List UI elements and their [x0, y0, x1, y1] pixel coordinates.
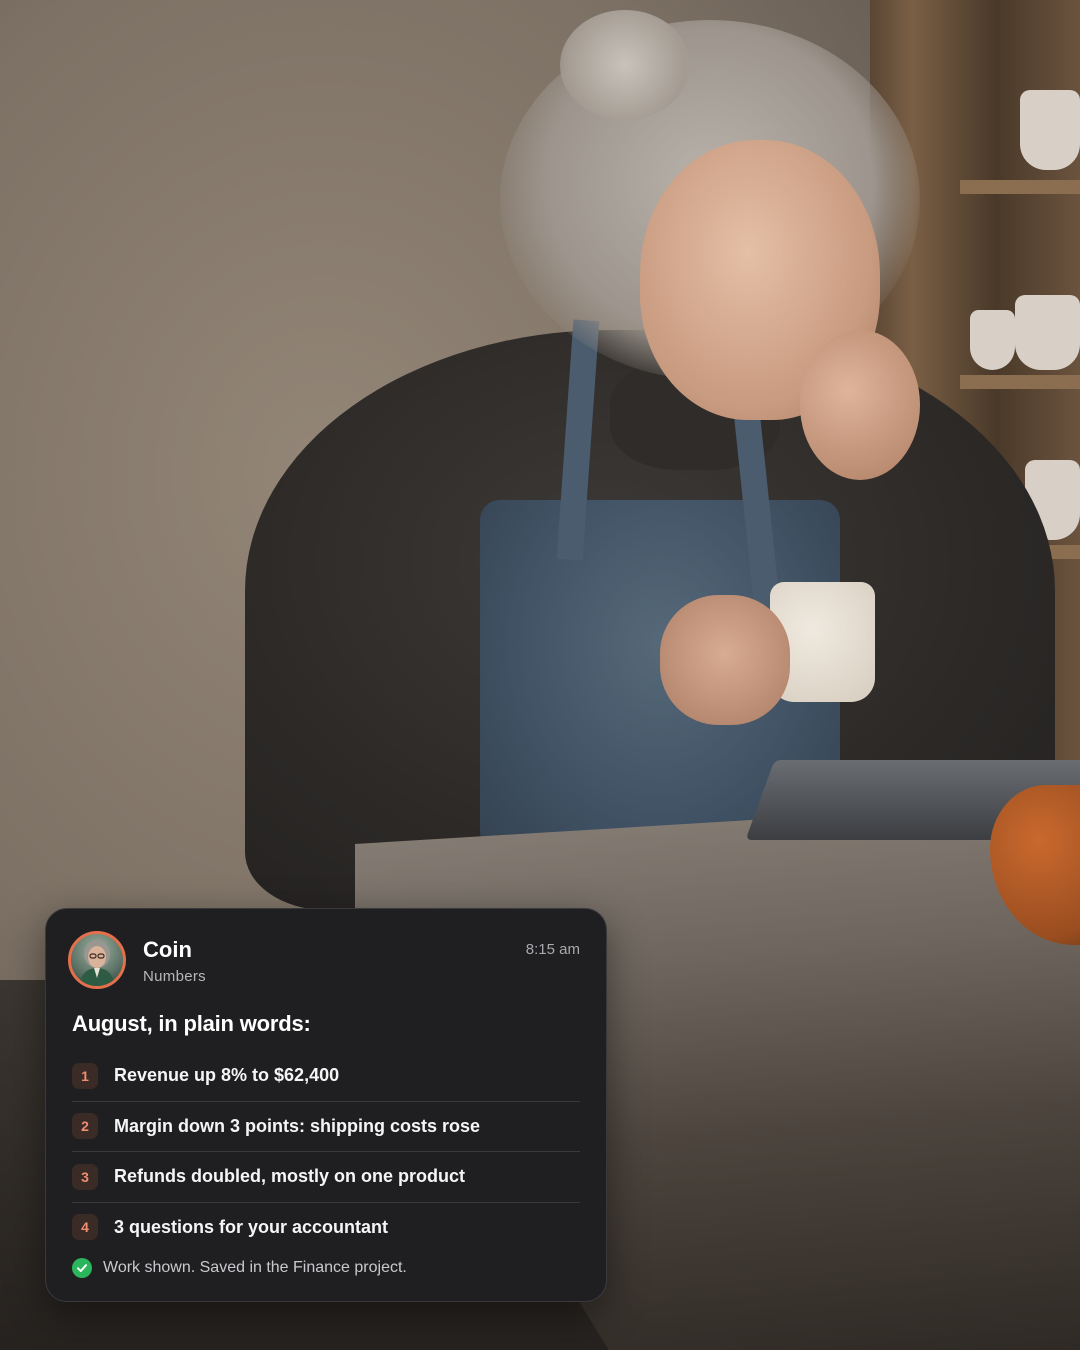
list-item: 1 Revenue up 8% to $62,400 [72, 1051, 580, 1102]
timestamp: 8:15 am [525, 941, 580, 958]
status-text: Work shown. Saved in the Finance project… [103, 1259, 407, 1276]
notification-header: Coin Numbers 8:15 am [68, 931, 580, 1003]
hand-on-chin [800, 330, 920, 480]
avatar-portrait-icon [79, 940, 115, 986]
item-text: Refunds doubled, mostly on one product [114, 1166, 465, 1187]
item-number-badge: 1 [72, 1062, 98, 1089]
item-text: 3 questions for your accountant [114, 1216, 389, 1237]
sender-role: Numbers [143, 968, 206, 985]
avatar [68, 931, 126, 989]
item-text: Revenue up 8% to $62,400 [114, 1065, 340, 1086]
sender-name: Coin [143, 937, 192, 962]
item-number-badge: 3 [72, 1163, 98, 1190]
shelf-board [960, 180, 1080, 194]
pottery-bowl [970, 310, 1015, 370]
item-number-badge: 2 [72, 1113, 98, 1140]
hand-holding-mug [660, 595, 790, 725]
status-footer: Work shown. Saved in the Finance project… [72, 1258, 580, 1278]
item-number-badge: 4 [72, 1214, 98, 1241]
message-headline: August, in plain words: [72, 1011, 311, 1036]
shelf-board [960, 375, 1080, 389]
pottery-bowl [1015, 295, 1080, 370]
hair-bun [560, 10, 690, 120]
item-text: Margin down 3 points: shipping costs ros… [114, 1115, 481, 1136]
summary-list: 1 Revenue up 8% to $62,400 2 Margin down… [68, 1051, 580, 1252]
list-item: 2 Margin down 3 points: shipping costs r… [72, 1102, 580, 1152]
check-circle-icon [72, 1258, 92, 1278]
notification-card[interactable]: Coin Numbers 8:15 am August, in plain wo… [45, 908, 607, 1302]
list-item: 4 3 questions for your accountant [72, 1203, 580, 1253]
pottery-bowl [1020, 90, 1080, 170]
list-item: 3 Refunds doubled, mostly on one product [72, 1152, 580, 1203]
